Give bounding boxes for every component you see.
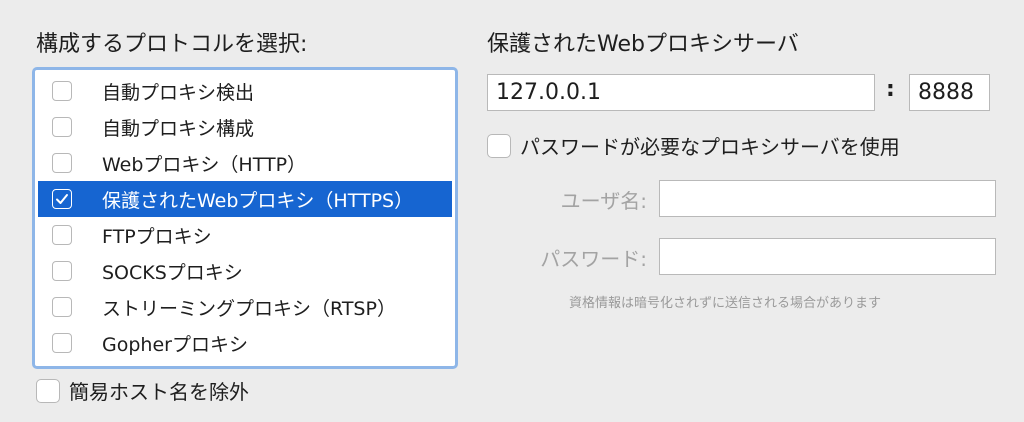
protocol-checkbox[interactable]	[52, 297, 72, 317]
host-port-separator: :	[886, 77, 895, 102]
protocol-checkbox[interactable]	[52, 81, 72, 101]
protocol-list-body: 自動プロキシ検出 自動プロキシ構成 Webプロキシ（HTTP） 保護されたWebプロキ…	[38, 73, 452, 363]
protocol-checkbox[interactable]	[52, 153, 72, 173]
protocol-checkbox[interactable]	[52, 333, 72, 353]
proxy-host-field[interactable]	[487, 74, 875, 111]
protocol-label: 自動プロキシ検出	[102, 81, 255, 104]
credentials-warning-note: 資格情報は暗号化されずに送信される場合があります	[569, 296, 882, 311]
password-field[interactable]	[659, 238, 996, 275]
protocol-row[interactable]: Gopherプロキシ	[38, 325, 452, 361]
protocol-label: 保護されたWebプロキシ（HTTPS）	[102, 189, 414, 212]
username-label: ユーザ名:	[560, 189, 647, 213]
protocol-list[interactable]: 自動プロキシ検出 自動プロキシ構成 Webプロキシ（HTTP） 保護されたWebプロキ…	[32, 67, 458, 369]
protocol-label: FTPプロキシ	[102, 225, 212, 248]
protocol-row[interactable]: Webプロキシ（HTTP）	[38, 145, 452, 181]
protocol-row[interactable]: SOCKSプロキシ	[38, 253, 452, 289]
server-heading: 保護されたWebプロキシサーバ	[487, 32, 799, 57]
protocol-checkbox[interactable]	[52, 189, 72, 209]
password-label: パスワード:	[540, 247, 647, 271]
protocol-checkbox[interactable]	[52, 261, 72, 281]
proxy-settings-pane: 構成するプロトコルを選択: 自動プロキシ検出 自動プロキシ構成 Webプロキシ（HT…	[0, 0, 1024, 422]
proxy-port-field[interactable]	[909, 74, 990, 111]
protocol-row[interactable]: ストリーミングプロキシ（RTSP）	[38, 289, 452, 325]
exclude-simple-hosts-option[interactable]: 簡易ホスト名を除外	[36, 376, 249, 405]
protocol-checkbox[interactable]	[52, 225, 72, 245]
protocol-row[interactable]: FTPプロキシ	[38, 217, 452, 253]
protocol-label: Gopherプロキシ	[102, 333, 248, 356]
protocol-row[interactable]: 保護されたWebプロキシ（HTTPS）	[38, 181, 452, 217]
protocol-label: ストリーミングプロキシ（RTSP）	[102, 297, 396, 320]
exclude-simple-hosts-label: 簡易ホスト名を除外	[69, 380, 249, 404]
protocol-label: SOCKSプロキシ	[102, 261, 243, 284]
protocol-row[interactable]: 自動プロキシ構成	[38, 109, 452, 145]
username-field[interactable]	[659, 180, 996, 217]
protocol-row[interactable]: 自動プロキシ検出	[38, 73, 452, 109]
protocol-list-heading: 構成するプロトコルを選択:	[36, 32, 308, 57]
protocol-label: Webプロキシ（HTTP）	[102, 153, 307, 176]
exclude-simple-hosts-checkbox[interactable]	[36, 378, 60, 403]
protocol-checkbox[interactable]	[52, 117, 72, 137]
password-required-option[interactable]: パスワードが必要なプロキシサーバを使用	[487, 131, 900, 160]
protocol-label: 自動プロキシ構成	[102, 117, 255, 140]
password-required-checkbox[interactable]	[487, 133, 511, 158]
password-required-label: パスワードが必要なプロキシサーバを使用	[520, 135, 900, 159]
checkmark-icon	[56, 194, 68, 204]
